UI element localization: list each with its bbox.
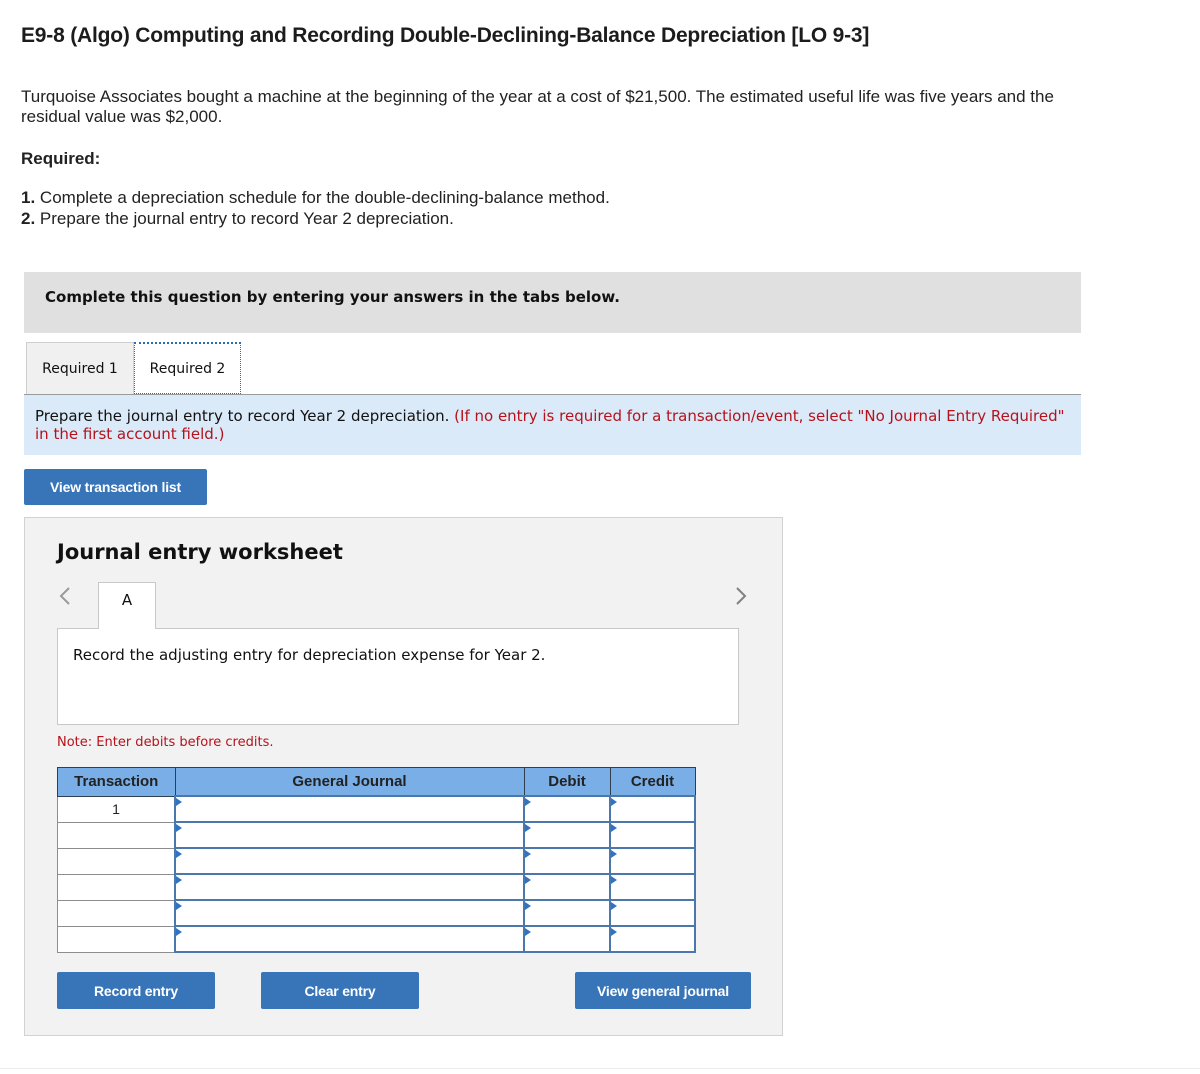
transaction-cell: [57, 899, 176, 927]
credit-input[interactable]: [609, 899, 696, 927]
requirement-number: 1.: [21, 188, 36, 207]
tab-instructions: Prepare the journal entry to record Year…: [24, 395, 1081, 455]
dropdown-marker-icon: [525, 902, 531, 910]
table-row: [57, 899, 696, 927]
table-row: [57, 925, 696, 953]
chevron-left-icon[interactable]: [58, 585, 78, 611]
requirement-text: Prepare the journal entry to record Year…: [39, 209, 454, 228]
debit-input[interactable]: [523, 821, 611, 849]
clear-entry-button[interactable]: Clear entry: [261, 972, 419, 1009]
transaction-cell: [57, 821, 176, 849]
requirement-item: 2. Prepare the journal entry to record Y…: [21, 208, 610, 229]
table-row: [57, 873, 696, 901]
debits-note: Note: Enter debits before credits.: [57, 735, 274, 750]
dropdown-marker-icon: [176, 824, 182, 832]
dropdown-marker-icon: [611, 824, 617, 832]
credit-input[interactable]: [609, 821, 696, 849]
account-input[interactable]: [174, 821, 525, 849]
dropdown-marker-icon: [176, 928, 182, 936]
dropdown-marker-icon: [525, 798, 531, 806]
instruction-text: Prepare the journal entry to record Year…: [35, 407, 450, 425]
view-transaction-list-button[interactable]: View transaction list: [24, 469, 207, 505]
dropdown-marker-icon: [176, 798, 182, 806]
credit-input[interactable]: [609, 925, 696, 953]
credit-input[interactable]: [609, 873, 696, 901]
worksheet-tab-a[interactable]: A: [98, 582, 156, 629]
worksheet-description-box: Record the adjusting entry for depreciat…: [57, 628, 739, 725]
debit-input[interactable]: [523, 795, 611, 823]
dropdown-marker-icon: [611, 850, 617, 858]
transaction-cell: [57, 873, 176, 901]
problem-intro: Turquoise Associates bought a machine at…: [21, 87, 1054, 126]
transaction-cell: 1: [57, 795, 176, 823]
dropdown-marker-icon: [611, 902, 617, 910]
account-input[interactable]: [174, 925, 525, 953]
record-entry-button[interactable]: Record entry: [57, 972, 215, 1009]
dropdown-marker-icon: [525, 850, 531, 858]
dropdown-marker-icon: [525, 876, 531, 884]
table-row: 1: [57, 795, 696, 823]
dropdown-marker-icon: [525, 928, 531, 936]
required-label: Required:: [21, 149, 101, 168]
header-transaction: Transaction: [57, 767, 176, 797]
worksheet-title: Journal entry worksheet: [57, 540, 343, 564]
account-input[interactable]: [174, 795, 525, 823]
journal-table: Transaction General Journal Debit Credit…: [57, 767, 696, 953]
table-row: [57, 821, 696, 849]
transaction-cell: [57, 925, 176, 953]
table-row: [57, 847, 696, 875]
requirement-item: 1. Complete a depreciation schedule for …: [21, 187, 610, 208]
requirements-list: 1. Complete a depreciation schedule for …: [21, 187, 610, 229]
instructions-banner: Complete this question by entering your …: [24, 272, 1081, 333]
requirement-text: Complete a depreciation schedule for the…: [39, 188, 610, 207]
transaction-cell: [57, 847, 176, 875]
requirement-number: 2.: [21, 209, 36, 228]
dropdown-marker-icon: [611, 798, 617, 806]
page-divider: [0, 1068, 1200, 1069]
tab-required-1[interactable]: Required 1: [26, 342, 134, 394]
header-debit: Debit: [523, 767, 611, 797]
account-input[interactable]: [174, 847, 525, 875]
debit-input[interactable]: [523, 847, 611, 875]
dropdown-marker-icon: [611, 876, 617, 884]
debit-input[interactable]: [523, 873, 611, 901]
debit-input[interactable]: [523, 899, 611, 927]
account-input[interactable]: [174, 873, 525, 901]
dropdown-marker-icon: [611, 928, 617, 936]
tab-required-2[interactable]: Required 2: [134, 342, 241, 394]
dropdown-marker-icon: [525, 824, 531, 832]
header-general-journal: General Journal: [174, 767, 525, 797]
credit-input[interactable]: [609, 795, 696, 823]
header-credit: Credit: [609, 767, 696, 797]
account-input[interactable]: [174, 899, 525, 927]
dropdown-marker-icon: [176, 850, 182, 858]
banner-text: Complete this question by entering your …: [45, 288, 620, 306]
journal-entry-worksheet: Journal entry worksheet A Record the adj…: [24, 517, 783, 1036]
dropdown-marker-icon: [176, 902, 182, 910]
credit-input[interactable]: [609, 847, 696, 875]
dropdown-marker-icon: [176, 876, 182, 884]
view-general-journal-button[interactable]: View general journal: [575, 972, 751, 1009]
worksheet-description: Record the adjusting entry for depreciat…: [73, 646, 546, 664]
problem-title: E9-8 (Algo) Computing and Recording Doub…: [21, 24, 870, 47]
debit-input[interactable]: [523, 925, 611, 953]
chevron-right-icon[interactable]: [734, 585, 754, 611]
